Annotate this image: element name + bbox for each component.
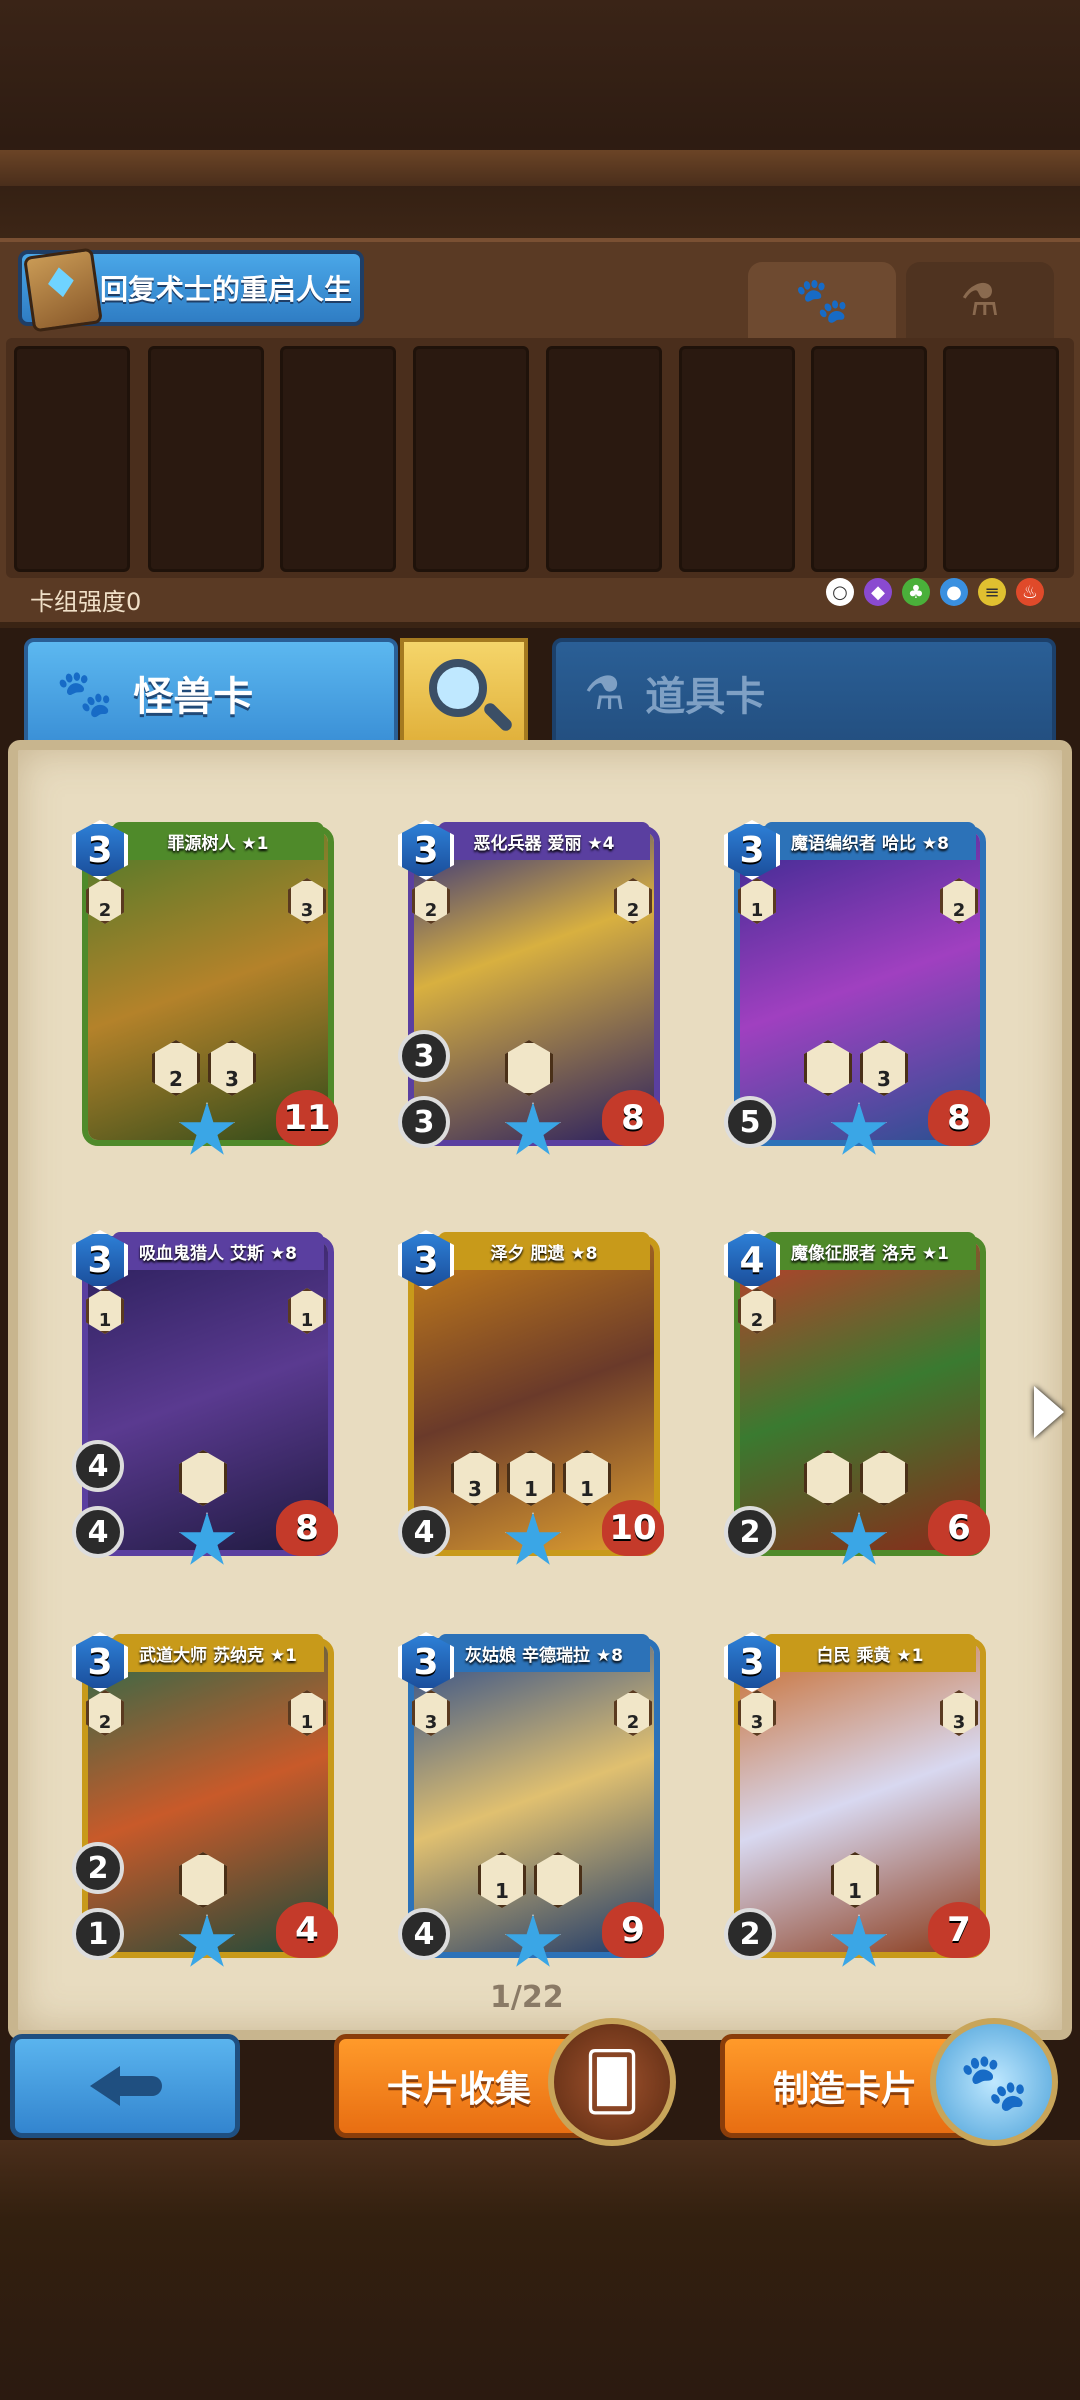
element-neutral-icon[interactable]: ○ (826, 578, 854, 606)
monster-card[interactable]: 吸血鬼猎人 艾斯 ★8 3 1 1 4 4 8 (72, 1230, 340, 1570)
craft-jar-icon[interactable]: 🐾 (930, 2018, 1058, 2146)
paw-icon: 🐾 (56, 665, 114, 720)
card-attack: 3 (398, 1096, 450, 1148)
monster-card[interactable]: 武道大师 苏纳克 ★1 3 2 1 2 1 4 (72, 1632, 340, 1972)
tab-beast-label: 怪兽卡 (133, 674, 254, 720)
element-fire-icon[interactable]: ♨ (1016, 578, 1044, 606)
deck-book-icon (23, 247, 103, 333)
monster-card[interactable]: 魔像征服者 洛克 ★1 4 2 2 6 (724, 1230, 992, 1570)
card-health: 8 (602, 1090, 664, 1146)
page-indicator: 1/22 (490, 1980, 564, 2015)
card-health: 4 (276, 1902, 338, 1958)
card-health: 8 (928, 1090, 990, 1146)
element-arcane-icon[interactable]: ◆ (864, 578, 892, 606)
card-secondary-stat: 2 (72, 1842, 124, 1894)
element-filter: ○ ◆ ♣ ● ≡ ♨ (826, 578, 1044, 606)
card-attack: 2 (724, 1908, 776, 1960)
card-health: 6 (928, 1500, 990, 1556)
card-pack-icon[interactable]: 🂠 (548, 2018, 676, 2146)
element-water-icon[interactable]: ● (940, 578, 968, 606)
card-name: 恶化兵器 爱丽 ★4 (438, 822, 650, 860)
deck-slot[interactable] (148, 346, 264, 572)
deck-slot[interactable] (943, 346, 1059, 572)
card-name: 罪源树人 ★1 (112, 822, 324, 860)
tab-item-cards[interactable]: ⚗ 道具卡 (552, 638, 1056, 748)
deck-slot[interactable] (280, 346, 396, 572)
card-attack: 5 (724, 1096, 776, 1148)
back-arrow-icon (90, 2060, 162, 2112)
deck-slot[interactable] (546, 346, 662, 572)
card-health: 7 (928, 1902, 990, 1958)
element-nature-icon[interactable]: ♣ (902, 578, 930, 606)
monster-card[interactable]: 灰姑娘 辛德瑞拉 ★8 3 3 2 1 4 9 (398, 1632, 666, 1972)
card-name: 吸血鬼猎人 艾斯 ★8 (112, 1232, 324, 1270)
monster-card[interactable]: 罪源树人 ★1 3 2 3 2 3 11 (72, 820, 340, 1160)
deck-slot[interactable] (14, 346, 130, 572)
paw-icon: 🐾 (794, 275, 850, 326)
deck-slot[interactable] (679, 346, 795, 572)
deck-tab-item[interactable]: ⚗ (906, 262, 1054, 338)
search-button[interactable] (400, 638, 528, 748)
monster-card[interactable]: 泽夕 肥遗 ★8 3 3 1 1 4 10 (398, 1230, 666, 1570)
craft-card-label: 制造卡片 (773, 2069, 918, 2110)
deck-tab-beast[interactable]: 🐾 (748, 262, 896, 338)
deck-slot[interactable] (811, 346, 927, 572)
element-wind-icon[interactable]: ≡ (978, 578, 1006, 606)
card-name: 泽夕 肥遗 ★8 (438, 1232, 650, 1270)
card-collection-label: 卡片收集 (387, 2069, 532, 2110)
card-name: 魔像征服者 洛克 ★1 (764, 1232, 976, 1270)
back-button[interactable] (10, 2034, 240, 2138)
tab-item-label: 道具卡 (645, 674, 766, 720)
card-attack: 4 (72, 1506, 124, 1558)
monster-card[interactable]: 魔语编织者 哈比 ★8 3 1 2 3 5 8 (724, 820, 992, 1160)
monster-card[interactable]: 白民 乘黄 ★1 3 3 3 1 2 7 (724, 1632, 992, 1972)
potion-icon: ⚗ (960, 274, 1000, 326)
card-secondary-stat: 4 (72, 1440, 124, 1492)
card-attack: 1 (72, 1908, 124, 1960)
card-secondary-stat: 3 (398, 1030, 450, 1082)
card-health: 11 (276, 1090, 338, 1146)
card-health: 9 (602, 1902, 664, 1958)
next-page-arrow-icon[interactable] (1034, 1386, 1064, 1438)
card-name: 武道大师 苏纳克 ★1 (112, 1634, 324, 1672)
card-attack: 4 (398, 1506, 450, 1558)
card-name: 白民 乘黄 ★1 (764, 1634, 976, 1672)
bottom-background (0, 2140, 1080, 2400)
potion-icon: ⚗ (584, 666, 626, 720)
monster-card[interactable]: 恶化兵器 爱丽 ★4 3 2 2 3 3 8 (398, 820, 666, 1160)
card-health: 8 (276, 1500, 338, 1556)
card-name: 魔语编织者 哈比 ★8 (764, 822, 976, 860)
card-name: 灰姑娘 辛德瑞拉 ★8 (438, 1634, 650, 1672)
deck-name-banner[interactable]: 回复术士的重启人生 (18, 247, 364, 333)
magnifier-icon (429, 659, 487, 717)
deck-name: 回复术士的重启人生 (100, 273, 353, 306)
card-attack: 2 (724, 1506, 776, 1558)
card-attack: 4 (398, 1908, 450, 1960)
card-health: 10 (602, 1500, 664, 1556)
deck-strength: 卡组强度0 (30, 588, 142, 616)
deck-slot[interactable] (413, 346, 529, 572)
top-background (0, 0, 1080, 240)
tab-beast-cards[interactable]: 🐾 怪兽卡 (24, 638, 398, 748)
